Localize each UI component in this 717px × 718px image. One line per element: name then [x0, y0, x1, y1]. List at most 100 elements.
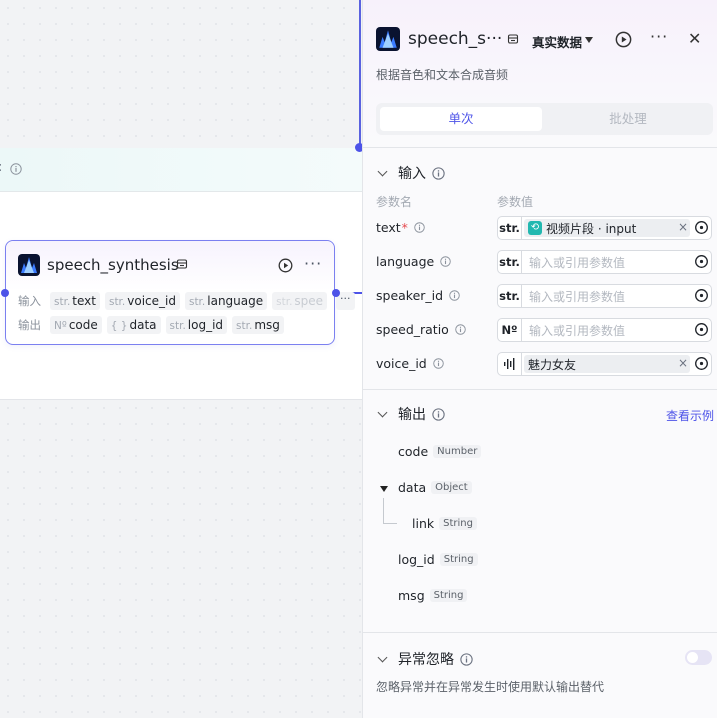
variable-picker-icon[interactable]	[694, 254, 709, 269]
param-value-field[interactable]: str. 输入或引用参数值	[497, 250, 712, 274]
node-more-button[interactable]: ···	[304, 254, 322, 273]
column-header-name: 参数名	[376, 195, 413, 209]
view-example-link[interactable]: 查看示例	[666, 407, 714, 424]
param-row-language: language str. 输入或引用参数值	[376, 250, 713, 276]
info-icon[interactable]	[433, 358, 444, 369]
node-config-panel: speech_s··· 真实数据 ··· ✕ 根据音色和文本合成音频 单次 批处…	[362, 0, 717, 718]
param-name: speed_ratio	[376, 322, 466, 337]
info-icon[interactable]	[414, 222, 425, 233]
info-icon[interactable]	[432, 407, 445, 421]
output-field-data: data Object	[398, 480, 472, 495]
variable-picker-icon[interactable]	[694, 288, 709, 303]
clear-voice-button[interactable]: ×	[678, 356, 688, 370]
param-name: voice_id	[376, 356, 444, 371]
param-value-field[interactable]: str. 输入或引用参数值	[497, 284, 712, 308]
input-chip: str. text	[50, 292, 100, 310]
error-section-header[interactable]: 异常忽略	[376, 649, 473, 669]
output-section-title: 输出	[398, 407, 426, 423]
param-value-field[interactable]: 魅力女友 ×	[497, 352, 712, 376]
node-inputs-row: 输入 str. text str. voice_id str. language st…	[18, 292, 355, 310]
output-chip: str. log_id	[165, 316, 228, 334]
run-icon[interactable]	[278, 258, 293, 273]
run-icon[interactable]	[615, 31, 632, 48]
run-mode-tabs: 单次 批处理	[376, 103, 713, 135]
param-name: text *	[376, 220, 425, 235]
variable-picker-icon[interactable]	[694, 220, 709, 235]
info-icon[interactable]	[432, 166, 445, 180]
type-selector[interactable]: str.	[498, 251, 522, 273]
input-section-title: 输入	[398, 166, 426, 182]
section-divider	[363, 389, 717, 390]
info-icon[interactable]	[440, 256, 451, 267]
input-chip: str. voice_id	[104, 292, 180, 310]
section-divider	[363, 632, 717, 633]
node-outputs-row: 输出 Nº code { } data str. log_id str. msg	[18, 316, 284, 334]
workflow-canvas[interactable]: : speech_synthesis ··· 输入 str.text str.v…	[0, 0, 364, 718]
output-chip: { } data	[106, 316, 161, 334]
type-selector[interactable]: str.	[498, 285, 522, 307]
tree-connector	[383, 498, 397, 524]
audio-wave-icon[interactable]	[498, 353, 522, 375]
node-header: speech_synthesis ···	[6, 241, 334, 291]
chevron-down-icon[interactable]	[377, 652, 388, 663]
param-value-field[interactable]: str. ⟲ 视频片段 · input ×	[497, 216, 712, 240]
column-header-value: 参数值	[497, 195, 534, 209]
group-label-fragment: :	[0, 160, 2, 175]
panel-description: 根据音色和文本合成音频	[376, 68, 509, 82]
connection-line-vertical	[359, 0, 361, 148]
param-input-placeholder[interactable]: 输入或引用参数值	[529, 254, 625, 271]
output-section-header[interactable]: 输出	[376, 404, 445, 424]
panel-title: speech_s···	[408, 29, 503, 49]
type-selector[interactable]: Nº	[498, 319, 522, 341]
inputs-label: 输入	[18, 294, 41, 308]
store-icon	[507, 34, 519, 44]
input-section-header[interactable]: 输入	[376, 163, 445, 183]
caret-down-icon[interactable]	[585, 37, 593, 43]
ignore-error-toggle[interactable]	[685, 650, 712, 665]
speech-synthesis-node[interactable]: speech_synthesis ··· 输入 str. text str. voi…	[5, 240, 355, 345]
plugin-logo-icon	[376, 27, 400, 51]
clear-reference-button[interactable]: ×	[678, 220, 688, 234]
variable-picker-icon[interactable]	[694, 356, 709, 371]
info-icon[interactable]	[449, 290, 460, 301]
node-input-port[interactable]	[1, 289, 9, 297]
input-chip: str. language	[184, 292, 268, 310]
error-section-description: 忽略异常并在异常发生时使用默认输出替代	[376, 680, 605, 694]
param-value-field[interactable]: Nº 输入或引用参数值	[497, 318, 712, 342]
output-field-link: link String	[412, 516, 477, 531]
store-icon	[176, 259, 188, 269]
outputs-label: 输出	[18, 318, 41, 332]
input-chip: str. spee	[272, 292, 328, 310]
param-name: language	[376, 254, 451, 269]
data-mode-dropdown[interactable]: 真实数据	[532, 32, 582, 51]
param-input-placeholder[interactable]: 输入或引用参数值	[529, 288, 625, 305]
panel-more-button[interactable]: ···	[650, 27, 668, 46]
type-selector[interactable]: str.	[498, 217, 522, 239]
tab-single[interactable]: 单次	[380, 107, 542, 131]
plugin-logo-icon	[18, 254, 40, 276]
panel-header: speech_s··· 真实数据 ··· ✕ 根据音色和文本合成音频 单次 批处…	[363, 0, 717, 148]
tab-batch[interactable]: 批处理	[548, 107, 708, 131]
chevron-down-icon[interactable]	[377, 166, 388, 177]
chevron-down-icon[interactable]	[377, 407, 388, 418]
expand-toggle-icon[interactable]	[380, 486, 388, 492]
param-row-text: text * str. ⟲ 视频片段 · input ×	[376, 216, 713, 242]
voice-value-tag[interactable]: 魅力女友	[524, 355, 690, 373]
output-field-code: code Number	[398, 444, 482, 459]
reference-icon: ⟲	[528, 221, 542, 235]
info-icon[interactable]	[460, 652, 473, 666]
output-chip: str. msg	[232, 316, 284, 334]
param-name: speaker_id	[376, 288, 460, 303]
param-row-speaker-id: speaker_id str. 输入或引用参数值	[376, 284, 713, 310]
error-section-title: 异常忽略	[398, 652, 454, 668]
info-icon[interactable]	[10, 163, 22, 175]
node-title: speech_synthesis	[47, 256, 179, 274]
info-icon[interactable]	[455, 324, 466, 335]
parent-group-header: :	[0, 148, 362, 192]
output-field-log-id: log_id String	[398, 552, 478, 567]
close-button[interactable]: ✕	[688, 29, 701, 48]
variable-picker-icon[interactable]	[694, 322, 709, 337]
param-input-placeholder[interactable]: 输入或引用参数值	[529, 322, 625, 339]
node-output-port[interactable]	[332, 289, 340, 297]
variable-reference-tag[interactable]: ⟲ 视频片段 · input	[524, 219, 690, 237]
